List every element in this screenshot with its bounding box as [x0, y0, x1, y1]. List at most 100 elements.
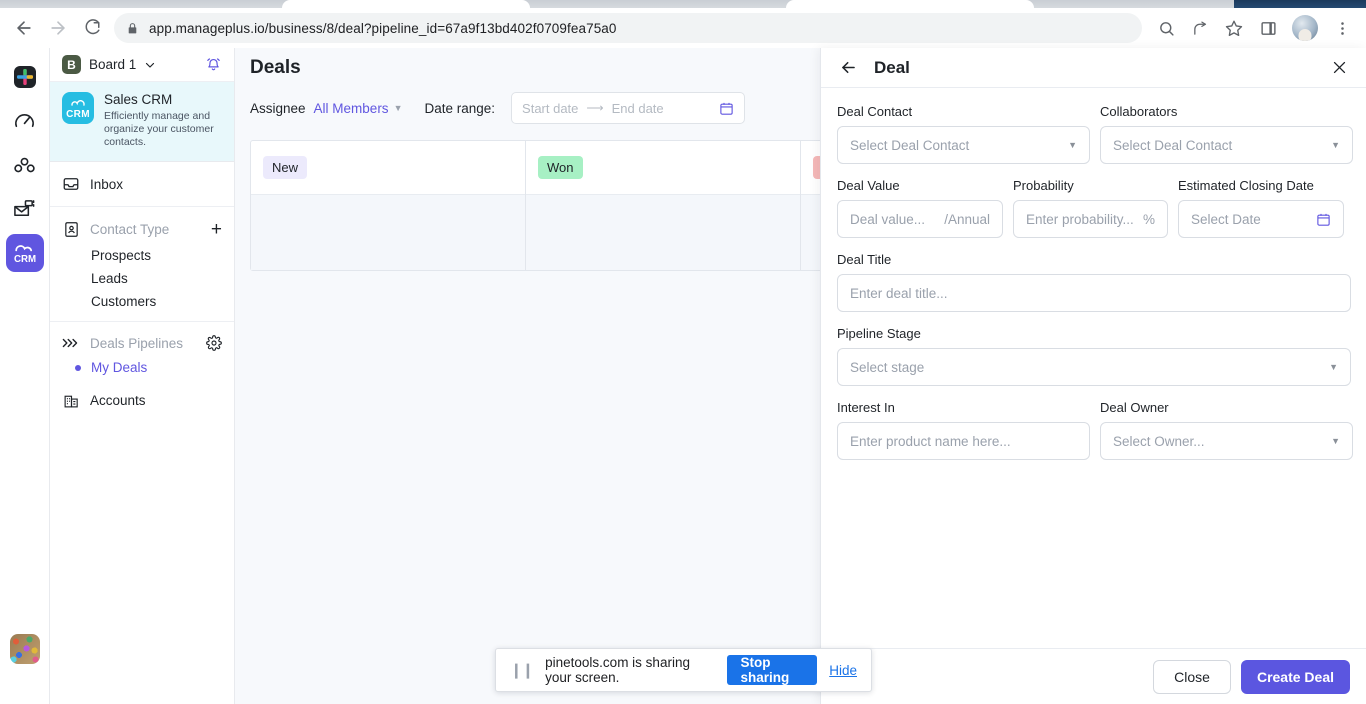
url-text: app.manageplus.io/business/8/deal?pipeli… — [149, 20, 617, 36]
close-button[interactable]: Close — [1153, 659, 1231, 694]
browser-tab[interactable] — [786, 0, 1034, 8]
start-date-input[interactable]: Start date — [522, 101, 578, 116]
plus-icon[interactable]: + — [211, 220, 222, 239]
sidebar-item-customers[interactable]: Customers — [50, 290, 234, 313]
board-selector[interactable]: B Board 1 — [50, 48, 234, 82]
field-pipeline-stage: Pipeline Stage Select stage ▼ — [837, 326, 1351, 386]
assignee-filter-value[interactable]: All Members — [314, 101, 389, 116]
sidebar-item-inbox[interactable]: Inbox — [50, 170, 234, 198]
profile-avatar[interactable] — [1292, 15, 1318, 41]
end-date-input[interactable]: End date — [612, 101, 664, 116]
deal-contact-select[interactable]: Select Deal Contact ▼ — [837, 126, 1090, 164]
chevron-down-icon[interactable]: ▼ — [1329, 362, 1338, 372]
lock-icon — [126, 22, 139, 35]
dashboard-gauge-icon[interactable] — [6, 102, 44, 140]
deal-value-suffix: /Annual — [944, 211, 990, 227]
chevron-down-icon[interactable]: ▼ — [1331, 436, 1340, 446]
probability-input[interactable]: Enter probability... % — [1013, 200, 1168, 238]
nav-section-deals-pipelines: Deals Pipelines My Deals Accounts — [50, 322, 234, 422]
forward-arrow-icon[interactable] — [42, 12, 74, 44]
sidebar-group-label: Contact Type — [90, 222, 170, 237]
screen-share-notification: ❙❙ pinetools.com is sharing your screen.… — [495, 648, 872, 692]
field-label: Collaborators — [1100, 104, 1178, 119]
estimated-closing-date-input[interactable]: Select Date — [1178, 200, 1344, 238]
field-label: Deal Title — [837, 252, 892, 267]
board-column-header: New — [251, 141, 525, 194]
apps-grid-icon[interactable] — [6, 58, 44, 96]
board-column-new[interactable]: New — [251, 141, 526, 270]
sidebar-item-accounts[interactable]: Accounts — [50, 387, 234, 414]
three-dot-menu-icon[interactable] — [1326, 12, 1358, 44]
deal-owner-select[interactable]: Select Owner... ▼ — [1100, 422, 1353, 460]
pipeline-stage-select[interactable]: Select stage ▼ — [837, 348, 1351, 386]
notification-bell-icon[interactable] — [205, 56, 222, 73]
share-icon[interactable] — [1184, 12, 1216, 44]
address-bar[interactable]: app.manageplus.io/business/8/deal?pipeli… — [114, 13, 1142, 43]
side-panel-icon[interactable] — [1252, 12, 1284, 44]
select-placeholder: Select stage — [850, 359, 925, 375]
sidebar-item-crm[interactable]: CRM — [5, 234, 44, 272]
browser-tab-strip[interactable] — [0, 0, 1366, 8]
input-placeholder: Enter product name here... — [850, 433, 1011, 449]
web-app: CRM B Board 1 CRM Sales CRM Efficiently … — [0, 48, 1366, 704]
team-group-icon[interactable] — [6, 146, 44, 184]
gear-icon[interactable] — [206, 335, 222, 351]
browser-chrome: app.manageplus.io/business/8/deal?pipeli… — [0, 0, 1366, 48]
sidebar-item-label: Inbox — [90, 176, 124, 192]
search-icon[interactable] — [1150, 12, 1182, 44]
active-dot-icon — [75, 364, 81, 371]
sidebar-group-contact-type[interactable]: Contact Type + — [50, 215, 234, 244]
chevron-down-icon[interactable] — [144, 59, 156, 71]
inbox-icon — [62, 175, 80, 193]
sidebar-group-deals-pipelines[interactable]: Deals Pipelines — [50, 330, 234, 356]
input-placeholder: Enter deal title... — [850, 285, 948, 301]
field-deal-value: Deal Value Deal value... /Annual — [837, 178, 1003, 238]
chevron-down-icon[interactable]: ▼ — [1331, 140, 1340, 150]
close-icon[interactable] — [1331, 59, 1348, 76]
stop-sharing-button[interactable]: Stop sharing — [726, 655, 818, 685]
calendar-icon[interactable] — [719, 101, 734, 116]
input-placeholder: Select Date — [1191, 211, 1261, 227]
deal-value-input[interactable]: Deal value... /Annual — [837, 200, 1003, 238]
nav-section-inbox: Inbox — [50, 162, 234, 207]
field-deal-title: Deal Title Enter deal title... — [837, 252, 1351, 312]
field-label: Deal Value — [837, 178, 900, 193]
board-column-body[interactable] — [526, 194, 800, 270]
chevron-down-icon[interactable]: ▼ — [394, 103, 403, 113]
board-column-won[interactable]: Won — [526, 141, 801, 270]
workspace-description: Efficiently manage and organize your cus… — [104, 110, 214, 148]
browser-nav-bar: app.manageplus.io/business/8/deal?pipeli… — [0, 8, 1366, 48]
calendar-icon[interactable] — [1316, 212, 1331, 227]
deal-panel-header: Deal — [821, 48, 1366, 88]
deal-title-input[interactable]: Enter deal title... — [837, 274, 1351, 312]
sidebar-item-my-deals[interactable]: My Deals — [50, 356, 234, 379]
sidebar-item-leads[interactable]: Leads — [50, 267, 234, 290]
form-row-interest-owner: Interest In Enter product name here... D… — [837, 400, 1353, 460]
browser-tab[interactable] — [282, 0, 530, 8]
chevron-down-icon[interactable]: ▼ — [1068, 140, 1077, 150]
star-icon[interactable] — [1218, 12, 1250, 44]
hide-link[interactable]: Hide — [829, 663, 857, 678]
crm-icon-label: CRM — [66, 109, 90, 120]
date-range-picker[interactable]: Start date ⟶ End date — [511, 92, 746, 124]
create-deal-button[interactable]: Create Deal — [1240, 659, 1350, 694]
probability-suffix: % — [1142, 211, 1155, 227]
interest-in-input[interactable]: Enter product name here... — [837, 422, 1090, 460]
campaign-mail-icon[interactable] — [6, 190, 44, 228]
field-estimated-closing-date: Estimated Closing Date Select Date — [1178, 178, 1344, 238]
board-column-body[interactable] — [251, 194, 525, 270]
building-icon — [62, 392, 80, 409]
form-row-value: Deal Value Deal value... /Annual Probabi… — [837, 178, 1350, 238]
user-avatar[interactable] — [9, 634, 40, 664]
collaborators-select[interactable]: Select Deal Contact ▼ — [1100, 126, 1353, 164]
input-placeholder: Enter probability... — [1026, 211, 1134, 227]
back-arrow-icon[interactable] — [8, 12, 40, 44]
sidebar-item-prospects[interactable]: Prospects — [50, 244, 234, 267]
workspace-card-sales-crm[interactable]: CRM Sales CRM Efficiently manage and org… — [50, 82, 234, 162]
status-badge: Won — [538, 156, 583, 179]
reload-icon[interactable] — [76, 12, 108, 44]
contact-card-icon — [62, 221, 80, 238]
back-arrow-icon[interactable] — [839, 58, 858, 77]
app-rail: CRM — [0, 48, 50, 704]
field-label: Estimated Closing Date — [1178, 178, 1314, 193]
